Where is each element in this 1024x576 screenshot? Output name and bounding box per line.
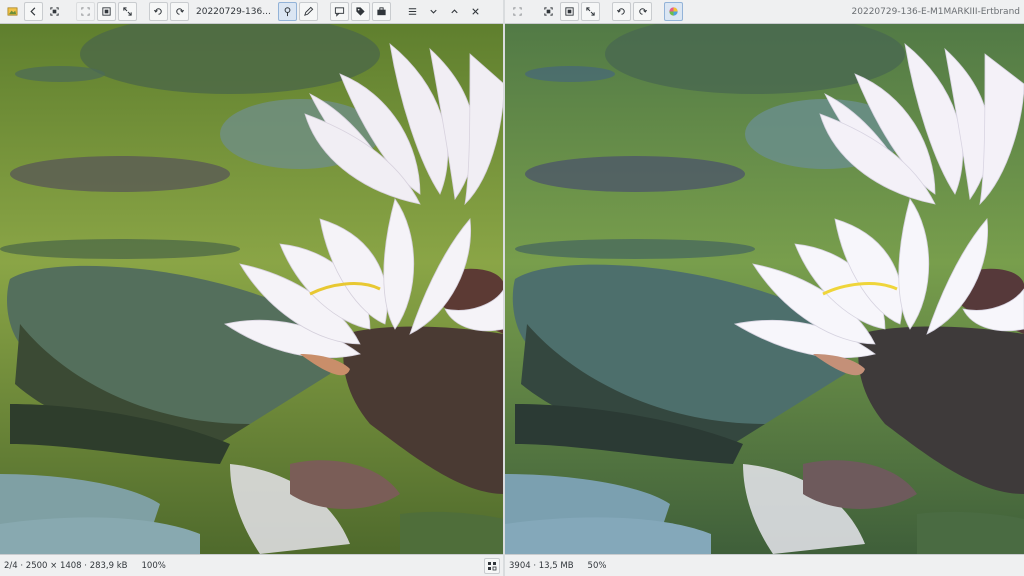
image-filesize: 13,5 MB — [538, 560, 574, 571]
layout-toggle-button[interactable] — [484, 557, 500, 574]
expand-icon[interactable] — [118, 2, 137, 21]
color-wheel-icon[interactable] — [664, 2, 683, 21]
left-image-pane: 20220729-136... 2/4 · 2500 × 1408 · 283,… — [0, 0, 504, 576]
close-icon[interactable] — [466, 2, 485, 21]
right-image-pane: 20220729-136-E-M1MARKIII-Ertbrand 3904 ·… — [505, 0, 1024, 576]
right-image-title: 20220729-136-E-M1MARKIII-Ertbrand — [851, 6, 1020, 17]
left-toolbar: 20220729-136... — [0, 0, 504, 24]
crop-icon[interactable] — [560, 2, 579, 21]
crop-icon[interactable] — [76, 2, 95, 21]
back-icon[interactable] — [24, 2, 43, 21]
image-compare-window: 20220729-136... 2/4 · 2500 × 1408 · 283,… — [0, 0, 1024, 576]
pane-divider[interactable] — [503, 0, 505, 576]
rotate-cw-icon[interactable] — [633, 2, 652, 21]
tag-icon[interactable] — [350, 2, 370, 21]
right-statusbar: 3904 · 13,5 MB 50% — [505, 554, 1024, 576]
image-dimensions: 2500 × 1408 — [25, 560, 82, 571]
water-lily-photo-right — [505, 24, 1024, 554]
image-position: 2/4 — [4, 560, 18, 571]
fit-icon[interactable] — [539, 2, 558, 21]
grid-icon — [488, 561, 497, 570]
zoom-level: 100% — [141, 560, 166, 571]
briefcase-icon[interactable] — [371, 2, 391, 21]
rotate-cw-icon[interactable] — [170, 2, 189, 21]
rotate-ccw-icon[interactable] — [149, 2, 168, 21]
menu-icon[interactable] — [403, 2, 422, 21]
pin-icon[interactable] — [277, 2, 297, 21]
fit-icon[interactable] — [45, 2, 64, 21]
image-icon[interactable] — [508, 2, 527, 21]
left-photo[interactable] — [0, 24, 504, 554]
chevron-up-icon[interactable] — [445, 2, 464, 21]
image-filesize: 283,9 kB — [89, 560, 128, 571]
resize-icon[interactable] — [581, 2, 600, 21]
right-toolbar: 20220729-136-E-M1MARKIII-Ertbrand — [505, 0, 1024, 24]
water-lily-photo-left — [0, 24, 504, 554]
rotate-ccw-icon[interactable] — [612, 2, 631, 21]
image-icon[interactable] — [3, 2, 22, 21]
pen-icon[interactable] — [298, 2, 318, 21]
zoom-level: 50% — [587, 560, 607, 571]
resize-icon[interactable] — [97, 2, 116, 21]
left-image-title: 20220729-136... — [196, 6, 271, 17]
image-dimensions: 3904 — [509, 560, 531, 571]
chevron-down-icon[interactable] — [424, 2, 443, 21]
right-photo[interactable] — [505, 24, 1024, 554]
comment-icon[interactable] — [329, 2, 349, 21]
left-statusbar: 2/4 · 2500 × 1408 · 283,9 kB 100% — [0, 554, 504, 576]
